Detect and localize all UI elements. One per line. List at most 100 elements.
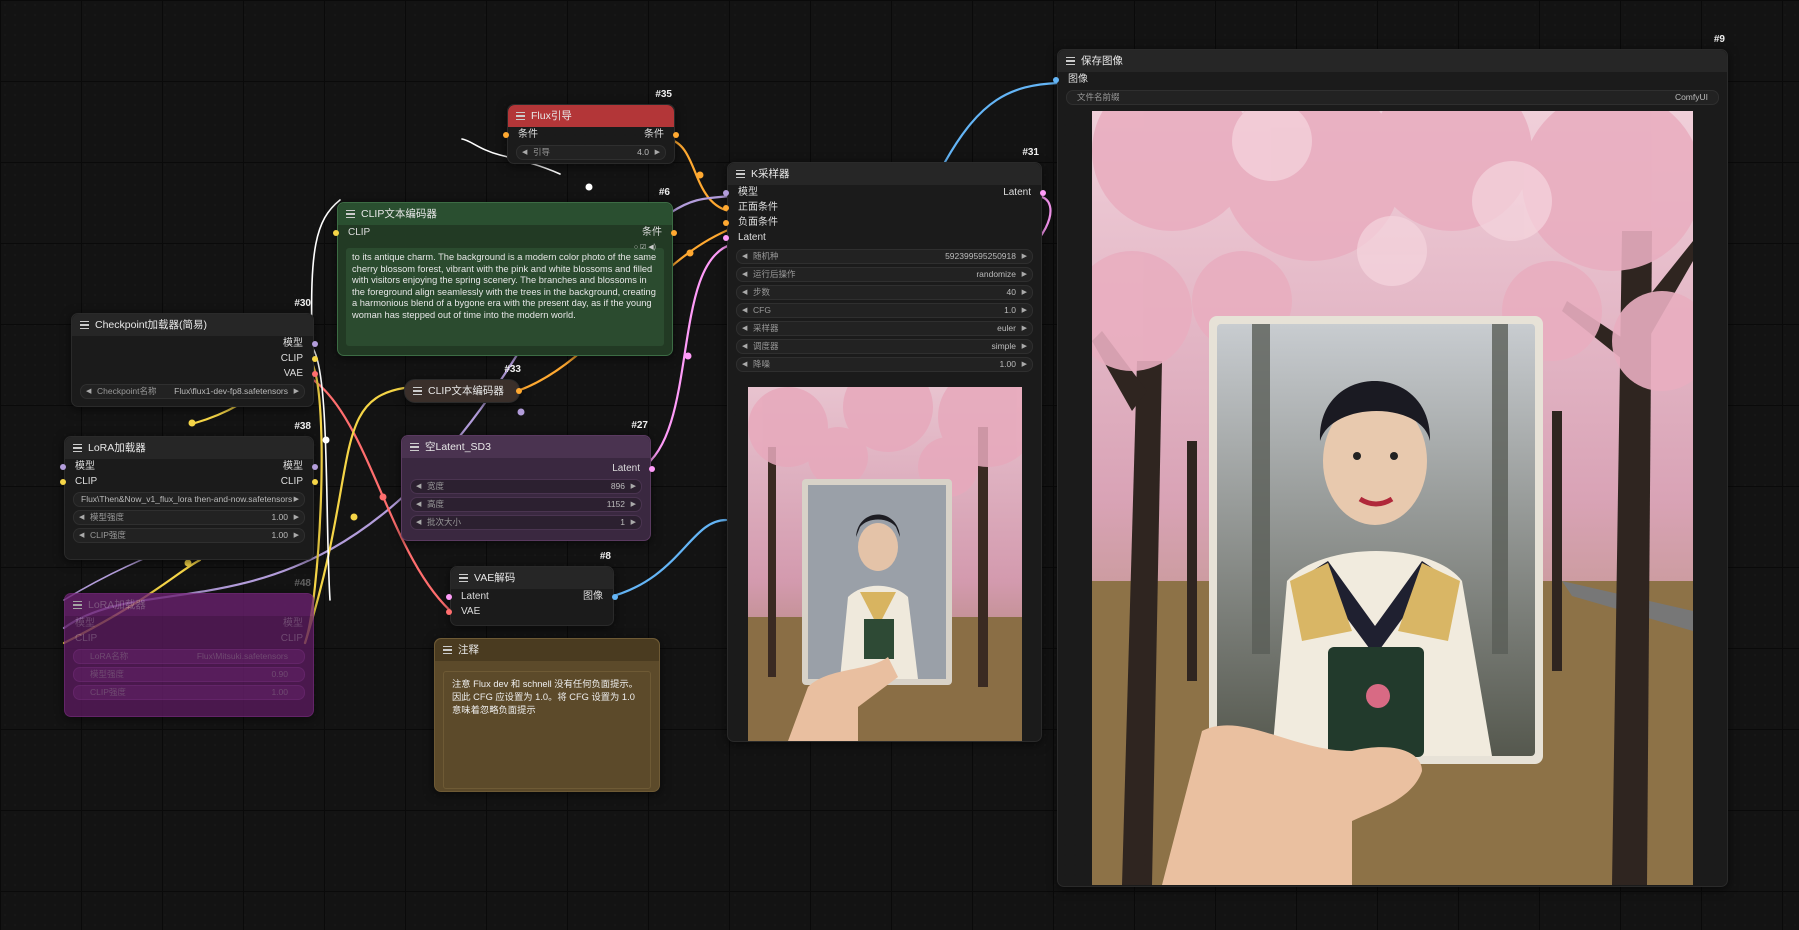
decrement-arrow-icon[interactable]: ◀ [86,385,91,398]
decrement-arrow-icon[interactable]: ◀ [416,480,421,493]
output-slot-dot[interactable] [312,463,318,470]
decrement-arrow-icon[interactable]: ◀ [522,146,527,159]
width-widget[interactable]: ◀ 宽度 896 ▶ [410,479,642,494]
lora-name-widget[interactable]: Flux\Then&Now_v1_flux_lora then-and-now.… [73,492,305,507]
input-slot-dot[interactable] [723,189,729,196]
node-title-bar[interactable]: LoRA加载器 [65,594,313,616]
increment-arrow-icon[interactable]: ▶ [631,498,636,511]
speaker-icon[interactable]: ◀) [648,244,656,251]
output-slot-dot[interactable] [673,131,679,138]
steps-widget[interactable]: ◀ 步数 40 ▶ [736,285,1033,300]
node-title-bar[interactable]: CLIP文本编码器 [338,203,672,225]
menu-icon[interactable] [346,210,355,218]
increment-arrow-icon[interactable]: ▶ [294,529,299,542]
output-slot-dot[interactable] [312,370,318,377]
batch-size-widget[interactable]: ◀ 批次大小 1 ▶ [410,515,642,530]
lora-loader-bypassed-node[interactable]: #48 LoRA加载器 模型 模型 CLIP CLIP LoRA名称 Flux\… [64,578,314,717]
output-slot-dot[interactable] [312,355,318,362]
checkpoint-name-widget[interactable]: ◀ Checkpoint名称 Flux\flux1-dev-fp8.safete… [80,384,305,399]
menu-icon[interactable] [80,321,89,329]
decrement-arrow-icon[interactable]: ◀ [742,358,747,371]
guidance-widget[interactable]: ◀ 引导 4.0 ▶ [516,145,666,160]
output-slot-dot[interactable] [612,593,618,600]
seed-widget[interactable]: ◀ 随机种 592399595250918 ▶ [736,249,1033,264]
decrement-arrow-icon[interactable]: ◀ [416,516,421,529]
output-slot-dot[interactable] [649,465,655,472]
decrement-arrow-icon[interactable]: ◀ [742,322,747,335]
increment-arrow-icon[interactable]: ▶ [1022,268,1027,281]
note-node[interactable]: 注释 注意 Flux dev 和 schnell 没有任何负面提示。因此 CFG… [434,638,660,792]
decrement-arrow-icon[interactable]: ◀ [742,268,747,281]
height-widget[interactable]: ◀ 高度 1152 ▶ [410,497,642,512]
increment-arrow-icon[interactable]: ▶ [631,516,636,529]
input-slot-dot[interactable] [333,229,339,236]
output-slot-dot[interactable] [1040,189,1046,196]
input-slot-dot[interactable] [503,131,509,138]
input-slot-dot[interactable] [723,219,729,226]
lora-loader-node[interactable]: #38 LoRA加载器 模型 模型 CLIP CLIP Flux\Then&No… [60,421,318,560]
model-strength-widget[interactable]: ◀ 模型强度 1.00 ▶ [73,510,305,525]
clip-strength-widget[interactable]: ◀ CLIP强度 1.00 ▶ [73,528,305,543]
node-title-bar[interactable]: Flux引导 [508,105,674,127]
control-after-generate-widget[interactable]: ◀ 运行后操作 randomize ▶ [736,267,1033,282]
menu-icon[interactable] [73,444,82,452]
increment-arrow-icon[interactable]: ▶ [1022,358,1027,371]
increment-arrow-icon[interactable]: ▶ [1022,340,1027,353]
decrement-arrow-icon[interactable]: ◀ [742,340,747,353]
output-slot-dot[interactable] [312,478,318,485]
decrement-arrow-icon[interactable]: ◀ [742,250,747,263]
model-strength-widget[interactable]: 模型强度 0.90 [73,667,305,682]
scheduler-widget[interactable]: ◀ 调度器 simple ▶ [736,339,1033,354]
empty-latent-node[interactable]: #27 空Latent_SD3 Latent ◀ 宽度 896 ▶ ◀ 高度 1… [401,420,655,541]
input-slot-dot[interactable] [723,204,729,211]
input-slot-dot[interactable] [60,463,66,470]
lora-name-widget[interactable]: LoRA名称 Flux\Mitsuki.safetensors [73,649,305,664]
checkpoint-loader-node[interactable]: #30 Checkpoint加载器(简易) 模型 CLIP VAE ◀ Chec… [71,298,318,407]
input-slot-dot[interactable] [723,234,729,241]
input-slot-dot[interactable] [1053,76,1059,83]
sampler-widget[interactable]: ◀ 采样器 euler ▶ [736,321,1033,336]
check-icon[interactable]: ☑ [640,244,646,251]
node-title-bar[interactable]: CLIP文本编码器 [405,380,519,402]
menu-icon[interactable] [443,646,452,654]
output-slot-dot[interactable] [516,388,522,394]
menu-icon[interactable] [516,112,525,120]
menu-icon[interactable] [459,574,468,582]
note-textarea[interactable]: 注意 Flux dev 和 schnell 没有任何负面提示。因此 CFG 应设… [443,671,651,789]
decrement-arrow-icon[interactable]: ◀ [79,511,84,524]
increment-arrow-icon[interactable]: ▶ [294,385,299,398]
clip-text-encoder-collapsed-node[interactable]: #33 CLIP文本编码器 [404,364,522,403]
filename-prefix-widget[interactable]: 文件名前缀 ComfyUI [1066,90,1719,105]
save-image-node[interactable]: #9 保存图像 图像 文件名前缀 ComfyUI [1053,34,1728,887]
flux-guidance-node[interactable]: #35 Flux引导 条件 条件 ◀ 引导 4.0 ▶ [503,89,679,164]
clip-text-encoder-node[interactable]: #6 CLIP文本编码器 CLIP 条件 ○ ☑ ◀) to its antiq… [333,187,677,356]
decrement-arrow-icon[interactable]: ◀ [79,529,84,542]
increment-arrow-icon[interactable]: ▶ [294,493,299,506]
decrement-arrow-icon[interactable]: ◀ [742,286,747,299]
increment-arrow-icon[interactable]: ▶ [294,511,299,524]
increment-arrow-icon[interactable]: ▶ [655,146,660,159]
increment-arrow-icon[interactable]: ▶ [1022,304,1027,317]
input-slot-dot[interactable] [446,608,452,615]
increment-arrow-icon[interactable]: ▶ [631,480,636,493]
output-slot-dot[interactable] [312,340,318,347]
node-title-bar[interactable]: Checkpoint加载器(简易) [72,314,313,336]
node-title-bar[interactable]: 空Latent_SD3 [402,436,650,458]
increment-arrow-icon[interactable]: ▶ [1022,286,1027,299]
node-title-bar[interactable]: 保存图像 [1058,50,1727,72]
clip-strength-widget[interactable]: CLIP强度 1.00 [73,685,305,700]
node-title-bar[interactable]: LoRA加载器 [65,437,313,459]
menu-icon[interactable] [410,443,419,451]
increment-arrow-icon[interactable]: ▶ [1022,322,1027,335]
output-slot-dot[interactable] [671,229,677,236]
prompt-textarea[interactable]: to its antique charm. The background is … [346,248,664,346]
menu-icon[interactable] [73,601,82,609]
vae-decode-node[interactable]: #8 VAE解码 Latent 图像 VAE [446,551,618,626]
decrement-arrow-icon[interactable]: ◀ [416,498,421,511]
node-title-bar[interactable]: K采样器 [728,163,1041,185]
circle-icon[interactable]: ○ [634,244,638,251]
input-slot-dot[interactable] [60,478,66,485]
cfg-widget[interactable]: ◀ CFG 1.0 ▶ [736,303,1033,318]
ksampler-node[interactable]: #31 K采样器 模型 Latent 正面条件 负面条件 Latent ◀ 随机种… [723,147,1046,742]
node-title-bar[interactable]: 注释 [435,639,659,661]
